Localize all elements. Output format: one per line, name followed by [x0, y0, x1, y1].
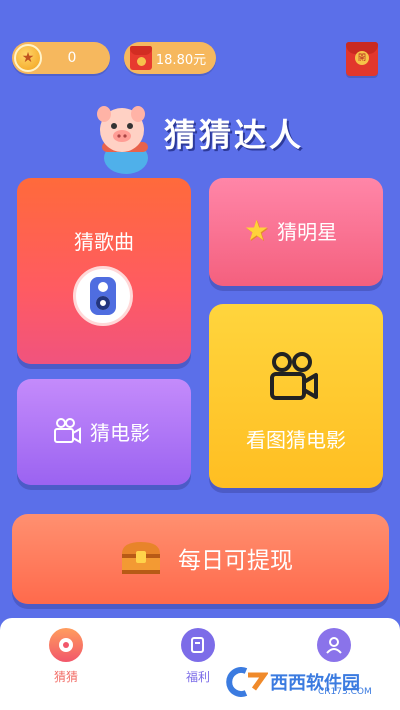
watermark-logo-icon [226, 667, 268, 697]
daily-cash-label: 每日可提现 [178, 548, 293, 574]
nav-label-guess: 猜猜 [53, 670, 78, 684]
watermark-sub: CR173.COM [318, 687, 372, 697]
profile-tab-icon [317, 628, 351, 662]
coin-icon: ★ [14, 44, 42, 72]
guess-star-label: 猜明星 [277, 220, 338, 244]
picture-movie-label: 看图猜电影 [246, 428, 346, 452]
money-value: 18.80元 [155, 52, 207, 68]
nav-tab-guess[interactable]: 猜猜 [26, 628, 106, 685]
guess-song-label: 猜歌曲 [74, 230, 134, 254]
open-red-envelope-button[interactable]: 開 [346, 42, 378, 76]
star-icon: ★ [244, 213, 270, 247]
coin-value: 0 [67, 50, 77, 66]
app-title: 猜猜达人 [164, 116, 305, 154]
open-envelope-label: 開 [355, 51, 369, 65]
daily-cash-row: 每日可提现 [118, 538, 293, 578]
movie-camera-icon [54, 418, 81, 444]
welfare-tab-icon [181, 628, 215, 662]
coin-balance[interactable]: ★ 0 [12, 42, 110, 74]
guess-star-row: ★ 猜明星 [244, 216, 337, 245]
guess-movie-label: 猜电影 [90, 420, 150, 445]
pig-mascot-icon [97, 106, 148, 174]
money-balance[interactable]: 18.80元 [124, 42, 216, 74]
treasure-chest-icon [122, 542, 160, 574]
site-watermark: 西西软件园 CR173.COM [218, 662, 388, 702]
guess-tab-icon [49, 628, 83, 662]
film-camera-icon [270, 352, 318, 400]
speaker-icon [73, 266, 133, 326]
red-envelope-icon [130, 46, 152, 70]
guess-movie-row: 猜电影 [52, 416, 150, 446]
